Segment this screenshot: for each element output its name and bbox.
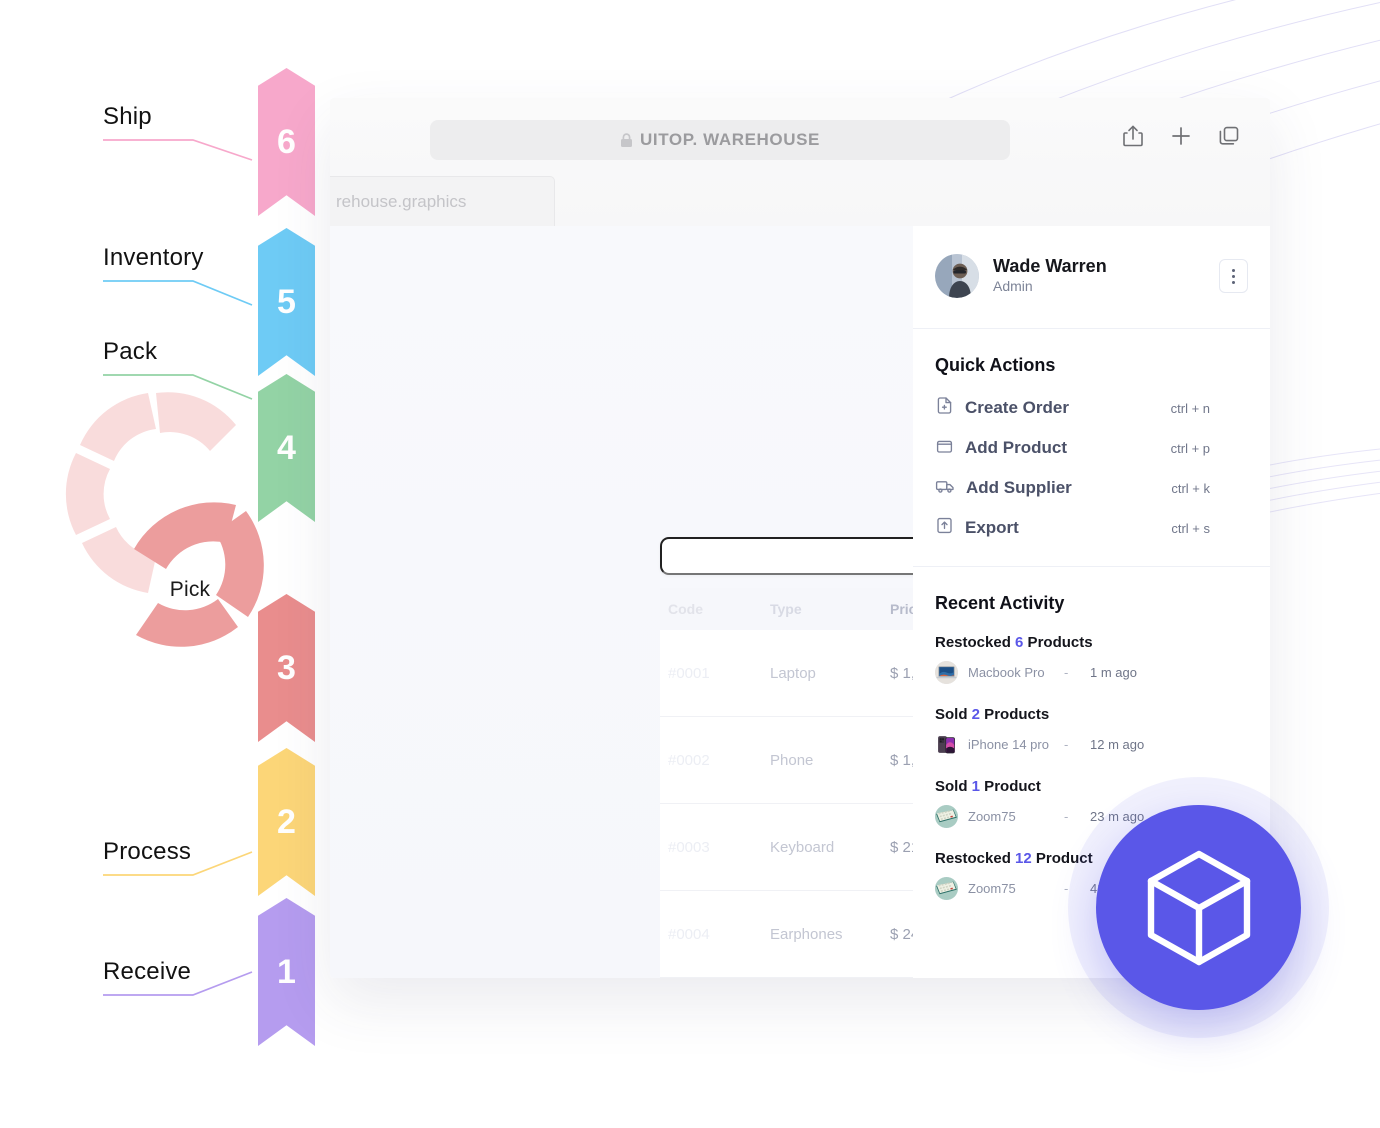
- quick-actions-list: Create Order ctrl + n Add Product ctrl + pA…: [935, 396, 1248, 540]
- quick-action-shortcut: ctrl + p: [1170, 440, 1210, 456]
- activity-count: 6: [1015, 634, 1024, 651]
- export-icon: [935, 516, 954, 540]
- process-step-label-inventory: Inventory: [103, 244, 204, 271]
- zoom75-keyboard-thumbnail: [935, 805, 958, 828]
- profile-row[interactable]: Wade Warren Admin: [913, 226, 1270, 328]
- cell-code: #0003: [668, 838, 710, 856]
- quick-action-label: Create Order: [965, 398, 1069, 417]
- activity-separator: -: [1064, 665, 1069, 680]
- browser-tab[interactable]: rehouse.graphics: [330, 176, 555, 226]
- activity-item[interactable]: Macbook Pro - 1 m ago: [935, 661, 1248, 684]
- profile-text: Wade Warren Admin: [993, 255, 1107, 297]
- quick-action-label: Add Supplier: [966, 478, 1072, 497]
- process-step-1[interactable]: 1: [258, 898, 315, 1046]
- zoom75-keyboard-thumbnail: [935, 877, 958, 900]
- profile-name: Wade Warren: [993, 255, 1107, 276]
- quick-action-add-supplier[interactable]: Add Supplier ctrl + k: [935, 476, 1248, 500]
- cell-type: Phone: [770, 751, 814, 769]
- plus-icon[interactable]: [1170, 125, 1192, 152]
- cell-type: Laptop: [770, 664, 816, 682]
- truck-icon: [935, 476, 955, 500]
- activity-product-name: iPhone 14 pro: [968, 737, 1049, 752]
- process-step-5[interactable]: 5: [258, 228, 315, 376]
- activity-product-name: Zoom75: [968, 809, 1016, 824]
- box-icon: [935, 436, 954, 460]
- pick-center-label: Pick: [169, 578, 211, 601]
- step-number: 5: [277, 282, 296, 321]
- activity-count: 2: [971, 706, 981, 723]
- tabs-icon[interactable]: [1218, 125, 1240, 152]
- step-number: 6: [277, 122, 296, 161]
- cell-type: Keyboard: [770, 838, 835, 856]
- tab-strip: rehouse.graphics: [330, 176, 1270, 226]
- browser-chrome: UITOP. WAREHOUSE rehouse.graphics: [330, 98, 1270, 226]
- avatar-photo: [935, 254, 979, 298]
- leader-line-inventory: [103, 280, 253, 306]
- floating-cube-button[interactable]: [1096, 805, 1301, 1010]
- profile-section: Wade Warren Admin: [913, 226, 1270, 329]
- cube-icon: [1147, 850, 1250, 965]
- activity-count: 1: [971, 778, 981, 795]
- quick-action-create-order[interactable]: Create Order ctrl + n: [935, 396, 1248, 420]
- step-number: 3: [277, 648, 296, 687]
- process-step-3[interactable]: 3: [258, 594, 315, 742]
- process-step-4[interactable]: 4: [258, 374, 315, 522]
- process-step-label-ship: Ship: [103, 103, 152, 130]
- column-header-type: Type: [770, 601, 802, 617]
- quick-action-shortcut: ctrl + k: [1171, 480, 1210, 496]
- quick-actions-title: Quick Actions: [935, 355, 1056, 375]
- quick-action-shortcut: ctrl + n: [1170, 400, 1210, 416]
- leader-line-ship: [103, 139, 253, 161]
- activity-count: 12: [1015, 850, 1032, 867]
- leader-line-pack: [103, 374, 253, 400]
- share-icon[interactable]: [1122, 124, 1144, 153]
- window-title: UITOP. WAREHOUSE: [640, 130, 820, 149]
- cell-type: Earphones: [770, 925, 843, 943]
- step-number: 4: [277, 428, 296, 467]
- activity-group-heading: Sold 1 Product: [935, 778, 1041, 795]
- column-header-code: Code: [668, 601, 703, 617]
- activity-separator: -: [1064, 737, 1069, 752]
- cell-code: #0002: [668, 751, 710, 769]
- activity-separator: -: [1064, 881, 1069, 896]
- activity-group-heading: Restocked 6 Products: [935, 634, 1093, 651]
- process-step-label-pack: Pack: [103, 338, 158, 365]
- iphone-14-pro-thumbnail: [935, 733, 958, 756]
- activity-group-heading: Sold 2 Products: [935, 706, 1050, 723]
- recent-activity-title: Recent Activity: [935, 593, 1065, 613]
- file-plus-icon: [935, 396, 954, 420]
- page-root: Pick 6 Ship 5 Inventory 4 Pack 3 2 Process 1 Recei…: [0, 0, 1380, 1128]
- quick-actions-section: Quick Actions Create Order ctrl + n Add Pr…: [913, 329, 1270, 567]
- kebab-menu-icon[interactable]: [1219, 259, 1248, 293]
- activity-time: 1 m ago: [1090, 665, 1137, 680]
- process-step-6[interactable]: 6: [258, 68, 315, 216]
- activity-time: 23 m ago: [1090, 809, 1145, 824]
- avatar: [935, 254, 979, 298]
- quick-action-export[interactable]: Export ctrl + s: [935, 516, 1248, 540]
- lock-icon: [621, 132, 633, 147]
- process-step-2[interactable]: 2: [258, 748, 315, 896]
- cell-code: #0001: [668, 664, 710, 682]
- quick-action-label: Add Product: [965, 438, 1067, 457]
- tab-label: rehouse.graphics: [336, 191, 467, 211]
- activity-separator: -: [1064, 809, 1069, 824]
- activity-time: 12 m ago: [1090, 737, 1145, 752]
- browser-action-icons: [1122, 124, 1240, 153]
- process-step-label-receive: Receive: [103, 958, 192, 985]
- macbook-pro-thumbnail: [935, 661, 958, 684]
- step-number: 1: [277, 952, 296, 991]
- quick-action-label: Export: [965, 518, 1019, 537]
- cell-code: #0004: [668, 925, 710, 943]
- profile-role: Admin: [993, 278, 1033, 295]
- process-step-label-process: Process: [103, 838, 192, 865]
- activity-item[interactable]: iPhone 14 pro - 12 m ago: [935, 733, 1248, 756]
- activity-product-name: Zoom75: [968, 881, 1016, 896]
- quick-action-add-product[interactable]: Add Product ctrl + p: [935, 436, 1248, 460]
- step-number: 2: [277, 802, 296, 841]
- quick-action-shortcut: ctrl + s: [1171, 520, 1210, 536]
- address-bar[interactable]: UITOP. WAREHOUSE: [430, 120, 1010, 160]
- activity-product-name: Macbook Pro: [968, 665, 1045, 680]
